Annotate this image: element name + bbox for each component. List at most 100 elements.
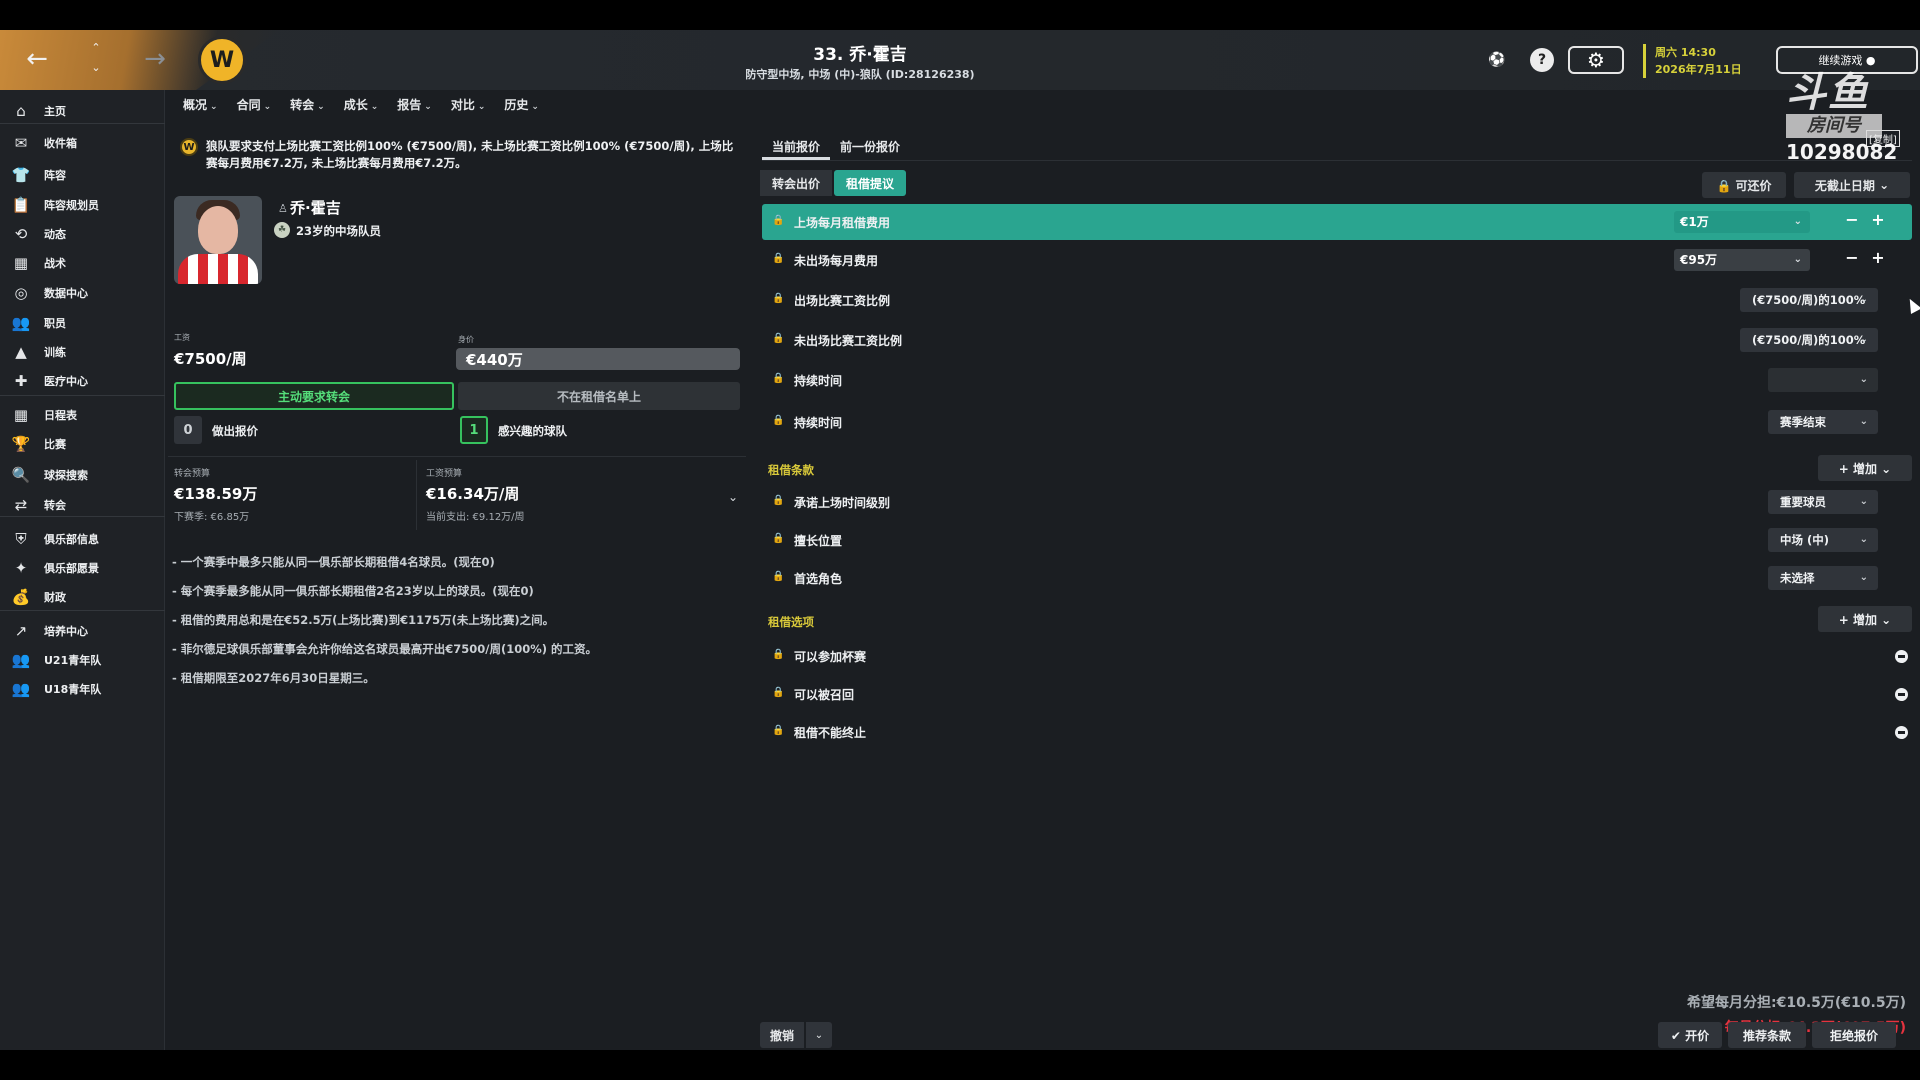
player-name[interactable]: 乔·霍吉 — [290, 197, 341, 218]
monthly-fee-played-input[interactable]: €1万 ⌄ — [1674, 211, 1810, 233]
sidebar-item-label: 俱乐部愿景 — [44, 562, 99, 575]
interested-clubs-count[interactable]: 1 — [460, 416, 488, 444]
option-row-no-terminate[interactable]: 🔒 租借不能终止 — [762, 714, 1912, 750]
wage-budget-value: €16.34万/周 — [426, 485, 520, 503]
sidebar-item-u18-team[interactable]: 👥 U18青年队 — [0, 674, 165, 704]
sidebar-item-schedule[interactable]: ▦ 日程表 — [0, 400, 165, 430]
tab-current-offer[interactable]: 当前报价 — [762, 130, 831, 160]
term-row-duration-end[interactable]: 🔒 持续时间 赛季结束 ⌄ — [762, 404, 1912, 440]
sidebar-item-dynamics[interactable]: ⟲ 动态 — [0, 219, 165, 249]
wage-label: 工资 — [174, 333, 190, 342]
player-photo[interactable] — [174, 196, 262, 284]
gear-icon: ⚙ — [1587, 48, 1605, 72]
decrease-button[interactable]: − — [1844, 248, 1860, 267]
settings-button[interactable]: ⚙ — [1568, 46, 1624, 74]
lock-icon: 🔒 — [772, 253, 785, 264]
sidebar-item-competitions[interactable]: 🏆 比赛 — [0, 429, 165, 459]
menu-transfer[interactable]: 转会 ⌄ — [290, 96, 325, 120]
sidebar-divider — [0, 123, 165, 124]
suggest-terms-button[interactable]: 推荐条款 — [1728, 1022, 1806, 1048]
add-loan-term-button[interactable]: + 增加 ⌄ — [1818, 455, 1912, 481]
term-row-wage-unplayed[interactable]: 🔒 未出场比赛工资比例 (€7500/周)的100% ⌄ — [762, 322, 1912, 358]
term-row-playing-time[interactable]: 🔒 承诺上场时间级别 重要球员 ⌄ — [762, 484, 1912, 520]
medical-icon: ✚ — [14, 372, 28, 390]
propose-button[interactable]: ✔ 开价 — [1658, 1022, 1722, 1048]
stream-logo: 斗鱼 — [1786, 70, 1870, 116]
menu-compare[interactable]: 对比 ⌄ — [451, 96, 486, 120]
sidebar-item-staff[interactable]: 👥 职员 — [0, 308, 165, 338]
term-row-role[interactable]: 🔒 首选角色 未选择 ⌄ — [762, 560, 1912, 596]
option-row-cup[interactable]: 🔒 可以参加杯赛 — [762, 638, 1912, 674]
remove-option-icon[interactable] — [1895, 650, 1908, 663]
sidebar-item-scouting[interactable]: 🔍 球探搜索 — [0, 460, 165, 490]
dropdown-value: 未选择 — [1780, 571, 1815, 585]
remove-option-icon[interactable] — [1895, 726, 1908, 739]
menu-reports[interactable]: 报告 ⌄ — [397, 96, 432, 120]
deadline-dropdown[interactable]: 无截止日期 ⌄ — [1794, 172, 1910, 198]
sidebar-item-squad[interactable]: 👕 阵容 — [0, 160, 165, 190]
add-loan-option-button[interactable]: + 增加 ⌄ — [1818, 606, 1912, 632]
remove-option-icon[interactable] — [1895, 688, 1908, 701]
term-row-duration[interactable]: 🔒 持续时间 ⌄ — [762, 362, 1912, 398]
sidebar-item-development-centre[interactable]: ↗ 培养中心 — [0, 616, 165, 646]
menu-overview[interactable]: 概况 ⌄ — [183, 96, 218, 120]
photo-face — [198, 206, 238, 254]
chevron-down-icon[interactable]: ⌄ — [1794, 211, 1802, 233]
sidebar-item-home[interactable]: ⌂ 主页 — [0, 96, 165, 126]
term-row-monthly-fee-played[interactable]: 🔒 上场每月租借费用 €1万 ⌄ − + — [762, 204, 1912, 240]
sidebar-item-squad-planner[interactable]: 📋 阵容规划员 — [0, 190, 165, 220]
undo-button[interactable]: 撤销 — [760, 1022, 804, 1048]
wage-budget-label: 工资预算 — [426, 469, 463, 479]
reject-offer-button[interactable]: 拒绝报价 — [1812, 1022, 1896, 1048]
deadline-value: 无截止日期 — [1814, 178, 1875, 193]
sidebar-item-club-info[interactable]: ⛨ 俱乐部信息 — [0, 524, 165, 554]
option-row-recall[interactable]: 🔒 可以被召回 — [762, 676, 1912, 712]
request-transfer-button[interactable]: 主动要求转会 — [174, 382, 454, 410]
sidebar-item-label: 阵容 — [44, 169, 66, 182]
sidebar-item-medical-centre[interactable]: ✚ 医疗中心 — [0, 366, 165, 396]
increase-button[interactable]: + — [1870, 210, 1886, 229]
sidebar-item-inbox[interactable]: ✉ 收件箱 — [0, 128, 165, 158]
menu-label: 历史 — [504, 98, 529, 112]
help-icon[interactable]: ? — [1530, 48, 1554, 72]
sidebar-item-club-vision[interactable]: ✦ 俱乐部愿景 — [0, 553, 165, 583]
wage-played-dropdown[interactable]: (€7500/周)的100% ⌄ — [1740, 288, 1878, 312]
menu-history[interactable]: 历史 ⌄ — [504, 96, 539, 120]
wage-unplayed-dropdown[interactable]: (€7500/周)的100% ⌄ — [1740, 328, 1878, 352]
decrease-button[interactable]: − — [1844, 210, 1860, 229]
wage-budget-current: 当前支出: €9.12万/周 — [426, 512, 525, 523]
sidebar-item-label: 医疗中心 — [44, 375, 88, 388]
duration-dropdown[interactable]: ⌄ — [1768, 368, 1878, 392]
chevron-down-icon[interactable]: ⌄ — [1794, 249, 1802, 271]
menu-label: 合同 — [236, 98, 261, 112]
not-on-loan-list-button[interactable]: 不在租借名单上 — [458, 382, 740, 410]
playing-time-dropdown[interactable]: 重要球员 ⌄ — [1768, 490, 1878, 514]
term-row-wage-played[interactable]: 🔒 出场比赛工资比例 (€7500/周)的100% ⌄ — [762, 282, 1912, 318]
increase-button[interactable]: + — [1870, 248, 1886, 267]
monthly-fee-unplayed-input[interactable]: €95万 ⌄ — [1674, 249, 1810, 271]
transfer-bid-button[interactable]: 转会出价 — [760, 170, 833, 196]
loan-rule: - 菲尔德足球俱乐部董事会允许你给这名球员最高开出€7500/周(100%) 的… — [172, 642, 598, 656]
loan-offer-button[interactable]: 租借提议 — [834, 170, 907, 196]
ball-icon[interactable]: ⚽ — [1485, 48, 1509, 72]
tab-previous-offer[interactable]: 前一份报价 — [830, 130, 910, 160]
sidebar-item-data-hub[interactable]: ◎ 数据中心 — [0, 278, 165, 308]
negotiable-button[interactable]: 🔒 可还价 — [1702, 172, 1786, 198]
chevron-down-icon[interactable]: ⌄ — [806, 1022, 832, 1048]
chevron-down-icon[interactable]: ⌄ — [728, 490, 738, 504]
sidebar-item-finances[interactable]: 💰 财政 — [0, 582, 165, 612]
sidebar-item-training[interactable]: ▲ 训练 — [0, 337, 165, 367]
sidebar-item-u21-team[interactable]: 👥 U21青年队 — [0, 645, 165, 675]
menu-contract[interactable]: 合同 ⌄ — [237, 96, 272, 120]
position-dropdown[interactable]: 中场 (中) ⌄ — [1768, 528, 1878, 552]
duration-end-dropdown[interactable]: 赛季结束 ⌄ — [1768, 410, 1878, 434]
offers-count[interactable]: 0 — [174, 416, 202, 444]
sidebar-item-label: 转会 — [44, 499, 66, 512]
sidebar-item-tactics[interactable]: ▦ 战术 — [0, 248, 165, 278]
room-number: 10298082 — [1786, 140, 1898, 164]
club-shield-icon: ☘ — [274, 222, 290, 238]
menu-development[interactable]: 成长 ⌄ — [344, 96, 379, 120]
term-row-position[interactable]: 🔒 擅长位置 中场 (中) ⌄ — [762, 522, 1912, 558]
term-row-monthly-fee-unplayed[interactable]: 🔒 未出场每月费用 €95万 ⌄ − + — [762, 242, 1912, 278]
role-dropdown[interactable]: 未选择 ⌄ — [1768, 566, 1878, 590]
